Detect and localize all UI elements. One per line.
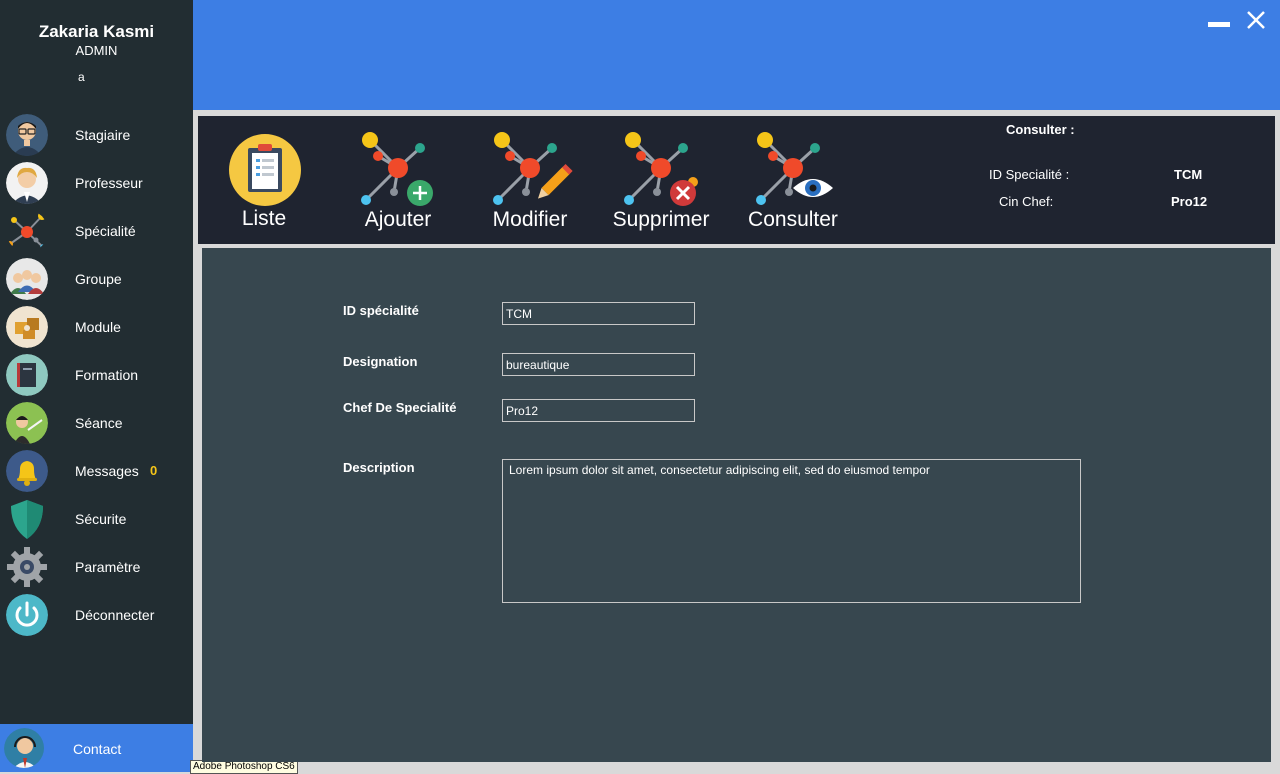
sidebar-item-label: Module [75, 319, 121, 335]
description-textarea[interactable]: Lorem ipsum dolor sit amet, consectetur … [502, 459, 1081, 603]
close-button[interactable] [1245, 9, 1267, 31]
description-label: Description [343, 460, 415, 475]
close-icon [1247, 11, 1265, 29]
ajouter-button[interactable]: Ajouter [338, 116, 458, 244]
sidebar-item-securite[interactable]: Sécurite [0, 496, 193, 544]
sidebar-item-specialite[interactable]: Spécialité [0, 208, 193, 256]
sidebar-item-label: Séance [75, 415, 123, 431]
liste-label: Liste [241, 207, 287, 230]
module-icon [6, 306, 48, 348]
minimize-button[interactable] [1208, 14, 1230, 28]
sidebar-item-label: Sécurite [75, 511, 127, 527]
action-toolbar: Liste Ajouter Modifier Supprimer Consult… [198, 116, 1275, 244]
sidebar-item-label: Paramètre [75, 559, 141, 575]
sidebar-item-professeur[interactable]: Professeur [0, 160, 193, 208]
sidebar-item-label: Groupe [75, 271, 122, 287]
clipboard-icon [229, 134, 301, 206]
id-specialite-label: ID spécialité [343, 303, 419, 318]
sidebar-item-contact[interactable]: Contact [0, 724, 193, 772]
user-mark: a [78, 70, 85, 84]
delete-molecule-icon [624, 132, 698, 206]
consult-id-label: ID Specialité : [989, 167, 1070, 182]
messages-badge: 0 [150, 463, 158, 478]
user-role: ADMIN [75, 43, 118, 58]
supprimer-label: Supprimer [612, 208, 710, 231]
edit-molecule-icon [493, 132, 573, 205]
sidebar-item-label: Formation [75, 367, 139, 383]
user-name: Zakaria Kasmi [38, 22, 155, 41]
sidebar-item-formation[interactable]: Formation [0, 352, 193, 400]
bell-icon [6, 450, 48, 492]
modifier-button[interactable]: Modifier [470, 116, 590, 244]
consult-chef-label: Cin Chef: [999, 194, 1054, 209]
gear-icon [6, 546, 48, 588]
sidebar-item-label: Spécialité [75, 223, 136, 239]
seance-icon [6, 402, 48, 444]
sidebar-item-groupe[interactable]: Groupe [0, 256, 193, 304]
sidebar-item-label: Stagiaire [75, 127, 131, 143]
consult-chef-value: Pro12 [1171, 194, 1208, 209]
shield-icon [6, 498, 48, 540]
sidebar-item-parametre[interactable]: Paramètre [0, 544, 193, 592]
sidebar-item-label: Messages [75, 463, 139, 479]
sidebar: Zakaria Kasmi ADMIN a Stagiaire Professe… [0, 0, 193, 772]
contact-icon [4, 728, 44, 768]
chef-specialite-input[interactable] [502, 399, 695, 422]
id-specialite-input[interactable] [502, 302, 695, 325]
formation-icon [6, 354, 48, 396]
chef-specialite-label: Chef De Specialité [343, 400, 457, 415]
sidebar-item-module[interactable]: Module [0, 304, 193, 352]
consulter-button[interactable]: Consulter [733, 116, 853, 244]
sidebar-item-deconnecter[interactable]: Déconnecter [0, 592, 193, 640]
sidebar-item-label: Contact [73, 741, 122, 757]
sidebar-item-label: Professeur [75, 175, 143, 191]
view-molecule-icon [756, 132, 833, 205]
designation-input[interactable] [502, 353, 695, 376]
designation-label: Designation [343, 354, 418, 369]
sidebar-item-stagiaire[interactable]: Stagiaire [0, 112, 193, 160]
groupe-icon [6, 258, 48, 300]
title-bar [193, 0, 1280, 110]
professeur-icon [6, 162, 48, 204]
modifier-label: Modifier [492, 208, 568, 231]
liste-button[interactable]: Liste [204, 116, 324, 244]
consulter-label: Consulter [748, 208, 838, 231]
sidebar-item-label: Déconnecter [75, 607, 155, 623]
power-icon [6, 594, 48, 636]
add-molecule-icon [361, 132, 433, 206]
supprimer-button[interactable]: Supprimer [601, 116, 721, 244]
sidebar-item-messages[interactable]: Messages 0 [0, 448, 193, 496]
sidebar-item-seance[interactable]: Séance [0, 400, 193, 448]
consult-title: Consulter : [1006, 122, 1075, 137]
stagiaire-icon [6, 114, 48, 156]
consult-id-value: TCM [1174, 167, 1203, 182]
specialite-icon [6, 210, 48, 252]
ajouter-label: Ajouter [364, 208, 432, 231]
